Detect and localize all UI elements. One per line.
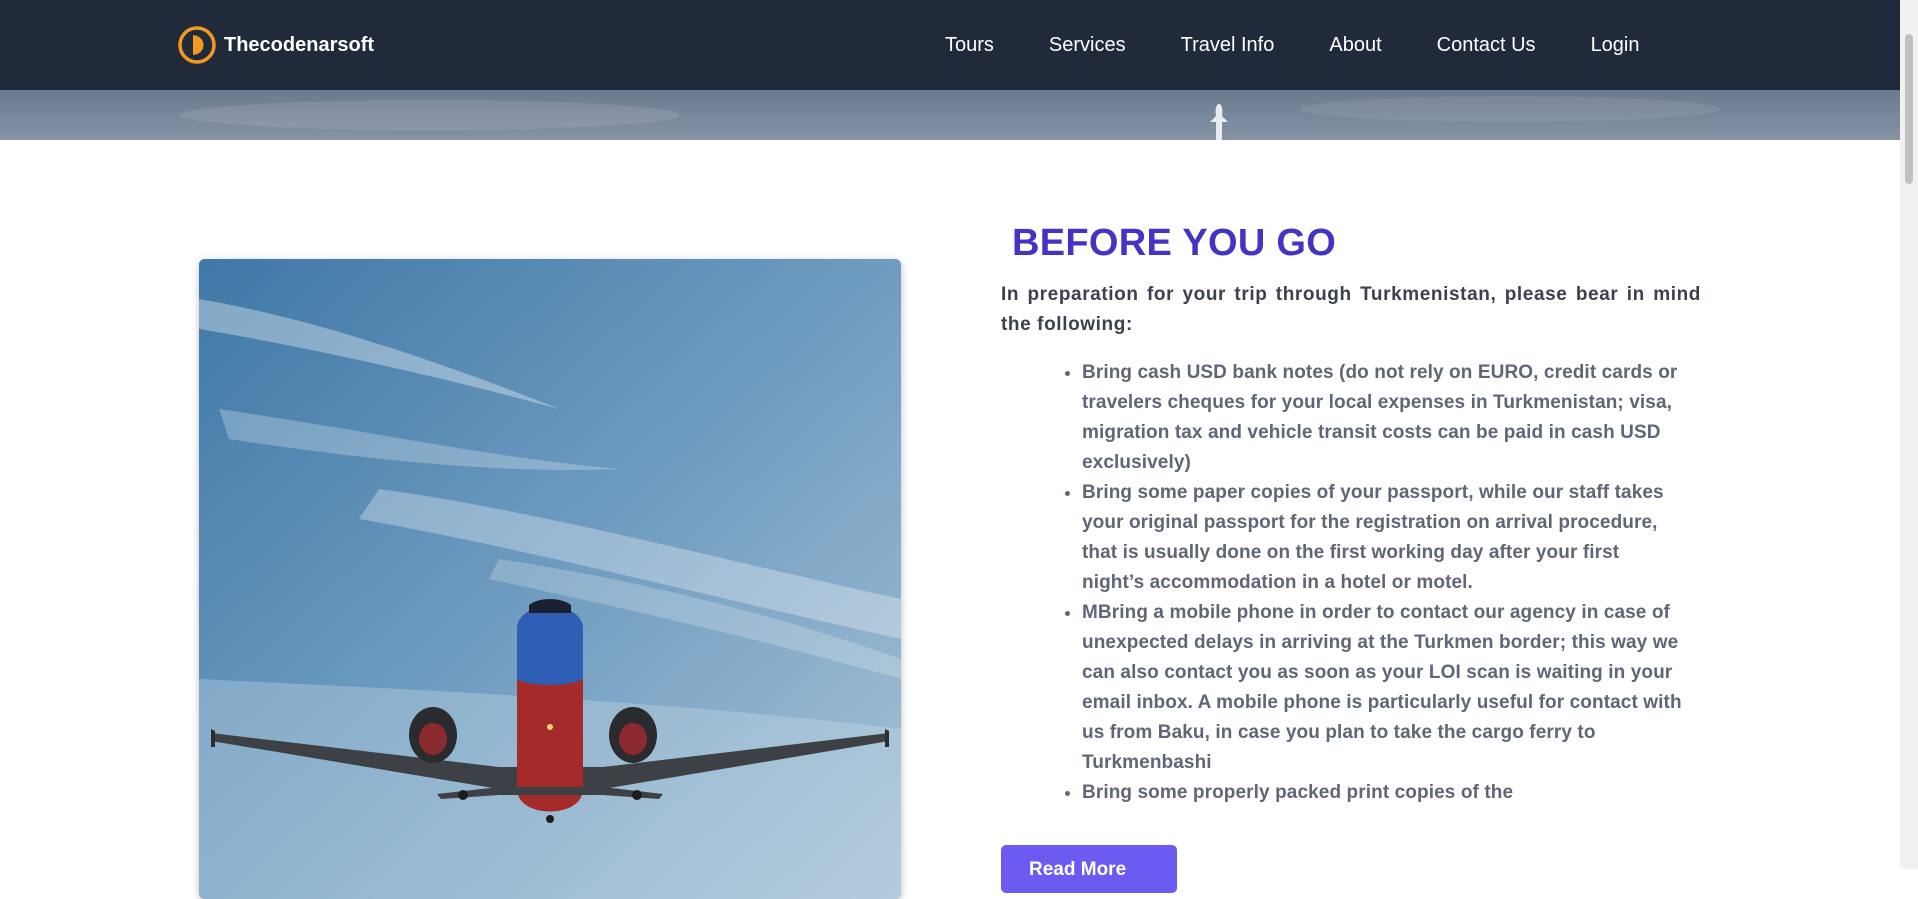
nav-link-about[interactable]: About [1329, 34, 1381, 57]
list-item: MBring a mobile phone in order to contac… [1082, 598, 1682, 778]
list-item: Bring some paper copies of your passport… [1082, 478, 1682, 598]
brand-logo-icon [178, 26, 216, 64]
nav-link-contact-us[interactable]: Contact Us [1437, 34, 1536, 57]
nav-link-tours[interactable]: Tours [945, 34, 994, 57]
brand-link[interactable]: Thecodenarsoft [178, 26, 374, 64]
plane-silhouette-icon [1210, 104, 1228, 140]
nav-link-login[interactable]: Login [1591, 34, 1640, 57]
tips-list: Bring cash USD bank notes (do not rely o… [1001, 358, 1701, 808]
list-item: Bring cash USD bank notes (do not rely o… [1082, 358, 1682, 478]
airplane-photo [199, 259, 901, 899]
top-navbar: Thecodenarsoft Tours Services Travel Inf… [0, 0, 1900, 90]
page-scrollbar[interactable] [1900, 0, 1918, 869]
section-intro: In preparation for your trip through Tur… [1001, 284, 1701, 335]
section-heading: BEFORE YOU GO [1012, 222, 1337, 264]
scrollbar-thumb[interactable] [1905, 34, 1913, 184]
read-more-button[interactable]: Read More [1001, 845, 1177, 893]
hero-banner-image [0, 90, 1900, 140]
before-you-go-section: BEFORE YOU GO In preparation for your tr… [1001, 220, 1701, 808]
nav-link-services[interactable]: Services [1049, 34, 1126, 57]
nav-links: Tours Services Travel Info About Contact… [945, 0, 1640, 90]
list-item: Bring some properly packed print copies … [1082, 778, 1682, 808]
brand-name: Thecodenarsoft [224, 33, 375, 56]
nav-link-travel-info[interactable]: Travel Info [1181, 34, 1275, 57]
